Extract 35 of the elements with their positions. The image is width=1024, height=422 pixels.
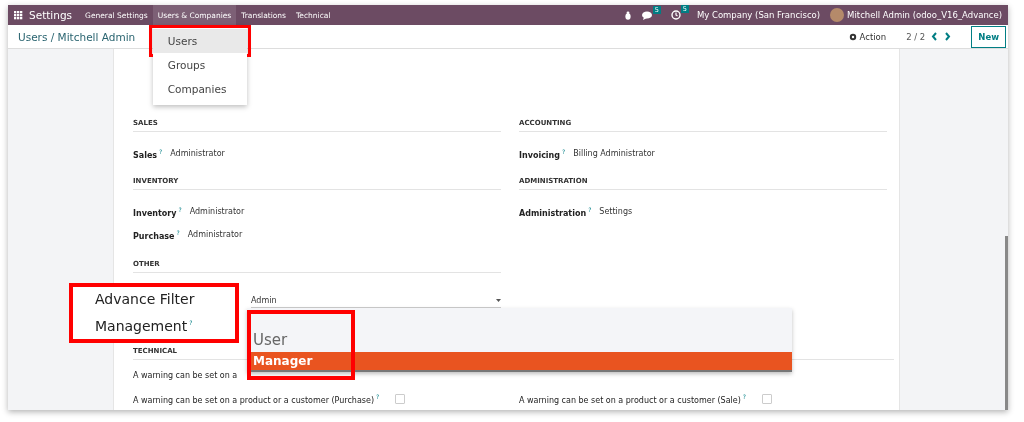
gear-icon bbox=[848, 32, 857, 41]
field-value[interactable]: Administrator bbox=[187, 230, 243, 239]
apps-grid-icon[interactable] bbox=[14, 10, 23, 20]
field-label: Administration $^{?}$ bbox=[519, 205, 592, 218]
bug-icon[interactable] bbox=[623, 10, 632, 20]
field-label: A warning can be set on a bbox=[133, 371, 238, 380]
dropdown-item[interactable]: Groups bbox=[152, 53, 247, 78]
caret-icon bbox=[496, 298, 501, 302]
field-value[interactable]: Administrator bbox=[189, 207, 245, 216]
user-avatar[interactable] bbox=[830, 8, 845, 23]
field-value[interactable]: Settings bbox=[599, 207, 633, 216]
previous-button[interactable] bbox=[931, 32, 939, 42]
checkbox[interactable] bbox=[762, 393, 773, 404]
app-name[interactable]: Settings bbox=[29, 9, 73, 22]
field-value[interactable]: Billing Administrator bbox=[573, 149, 655, 158]
field-label: A warning can be set on a product or a customer (Sale) $^{?}$ bbox=[519, 392, 747, 405]
chat-icon[interactable] bbox=[641, 10, 653, 20]
field-label: Sales $^{?}$ bbox=[133, 147, 163, 160]
field-label: Invoicing $^{?}$ bbox=[519, 147, 566, 160]
scrollbar[interactable] bbox=[1005, 236, 1008, 410]
breadcrumb[interactable]: Users / Mitchell Admin bbox=[18, 30, 136, 43]
clock-icon[interactable] bbox=[670, 10, 681, 21]
field-label: Advance Filter Management$^{?}$ bbox=[69, 283, 239, 343]
field-label: A warning can be set on a product or a customer (Purchase) $^{?}$ bbox=[133, 392, 380, 405]
new-button[interactable]: New bbox=[971, 25, 1006, 48]
field-value[interactable]: Administrator bbox=[170, 149, 225, 158]
dropdown-item[interactable]: Companies bbox=[152, 77, 247, 102]
pager-value[interactable]: 2 / 2 bbox=[906, 31, 926, 42]
user-menu[interactable]: Mitchell Admin (odoo_V16_Advance) bbox=[847, 10, 1002, 21]
next-button[interactable] bbox=[944, 32, 952, 42]
checkbox[interactable] bbox=[395, 393, 406, 404]
field-label: Inventory $^{?}$ bbox=[133, 205, 182, 218]
action-button[interactable]: Action bbox=[848, 31, 887, 42]
company-switcher[interactable]: My Company (San Francisco) bbox=[696, 10, 821, 21]
field-label: Purchase $^{?}$ bbox=[133, 228, 180, 241]
